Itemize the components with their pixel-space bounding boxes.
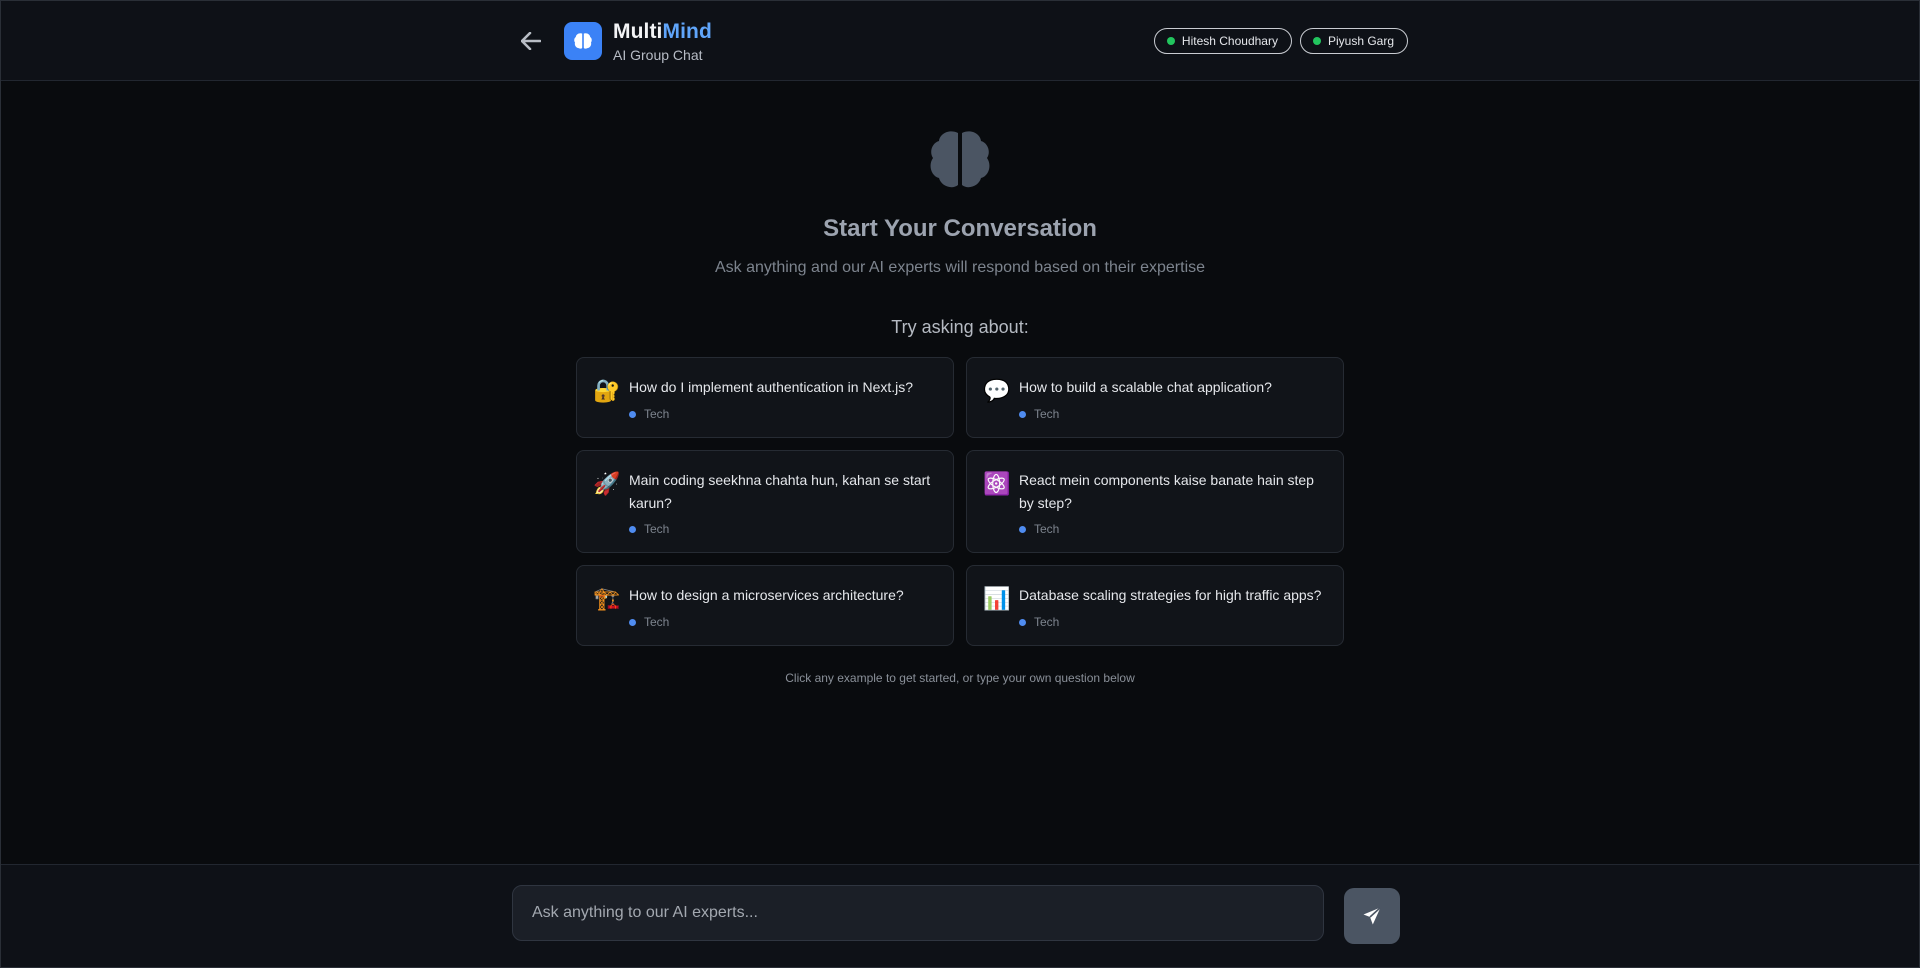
suggestion-tag: Tech [629,407,669,421]
app-subtitle: AI Group Chat [613,47,703,63]
empty-state-description: Ask anything and our AI experts will res… [714,259,1206,276]
participant-chip[interactable]: Piyush Garg [1299,28,1408,54]
suggestion-question: Main coding seekhna chahta hun, kahan se… [629,472,931,511]
suggestion-card[interactable]: 💬 How to build a scalable chat applicati… [966,357,1344,438]
construction-crane-icon: 🏗️ [593,586,621,611]
tag-label: Tech [1034,407,1060,421]
bar-chart-icon: 📊 [983,586,1011,611]
tag-dot [629,618,636,626]
rocket-icon: 🚀 [593,471,621,496]
getting-started-hint: Click any example to get started, or typ… [785,671,1135,685]
suggestion-card[interactable]: 🚀 Main coding seekhna chahta hun, kahan … [576,450,954,553]
participant-chip[interactable]: Hitesh Choudhary [1153,28,1292,54]
tag-label: Tech [644,407,670,421]
lock-with-key-icon: 🔐 [593,378,621,403]
participant-name: Piyush Garg [1327,34,1394,48]
send-button[interactable] [1344,888,1400,944]
message-input[interactable] [513,886,1323,940]
suggestion-tag: Tech [629,615,669,629]
atom-icon: ⚛️ [983,471,1011,496]
app-logo [564,22,602,60]
suggestion-question: React mein components kaise banate hain … [1019,472,1314,511]
suggestion-card[interactable]: 🔐 How do I implement authentication in N… [576,357,954,438]
empty-state-title: Start Your Conversation [823,215,1097,242]
suggestion-question: How do I implement authentication in Nex… [629,379,914,395]
online-status-dot [1166,37,1175,45]
back-button[interactable] [517,27,545,55]
online-status-dot [1312,37,1321,45]
brand-name: MultiMind [613,20,712,44]
brand-name-accent: Mind [662,20,712,43]
tag-label: Tech [1034,615,1060,629]
suggestion-card[interactable]: 🏗️ How to design a microservices archite… [576,565,954,646]
top-header: MultiMind AI Group Chat Hitesh Choudhary… [1,1,1919,81]
tag-dot [629,410,636,418]
suggestion-card[interactable]: 📊 Database scaling strategies for high t… [966,565,1344,646]
speech-bubble-icon: 💬 [983,378,1011,403]
suggestion-tag: Tech [629,522,669,536]
brand-name-primary: Multi [613,20,663,43]
suggestion-question: How to design a microservices architectu… [629,587,904,603]
paper-plane-icon [1363,906,1382,925]
suggestions-heading: Try asking about: [891,317,1029,337]
arrow-left-icon [521,32,541,50]
tag-dot [1019,525,1026,533]
participant-name: Hitesh Choudhary [1181,34,1278,48]
suggestion-question: How to build a scalable chat application… [1019,379,1272,395]
participants-list: Hitesh Choudhary Piyush Garg [1153,28,1408,54]
suggestion-tag: Tech [1019,407,1059,421]
tag-dot [1019,410,1026,418]
tag-label: Tech [644,522,670,536]
tag-label: Tech [1034,522,1060,536]
suggestion-card[interactable]: ⚛️ React mein components kaise banate ha… [966,450,1344,553]
suggestion-tag: Tech [1019,522,1059,536]
tag-dot [629,525,636,533]
message-input-wrapper [512,885,1324,941]
suggestion-tag: Tech [1019,615,1059,629]
brain-icon [930,131,990,188]
brain-icon [574,33,592,49]
tag-label: Tech [644,615,670,629]
tag-dot [1019,618,1026,626]
suggestion-question: Database scaling strategies for high tra… [1019,587,1322,603]
